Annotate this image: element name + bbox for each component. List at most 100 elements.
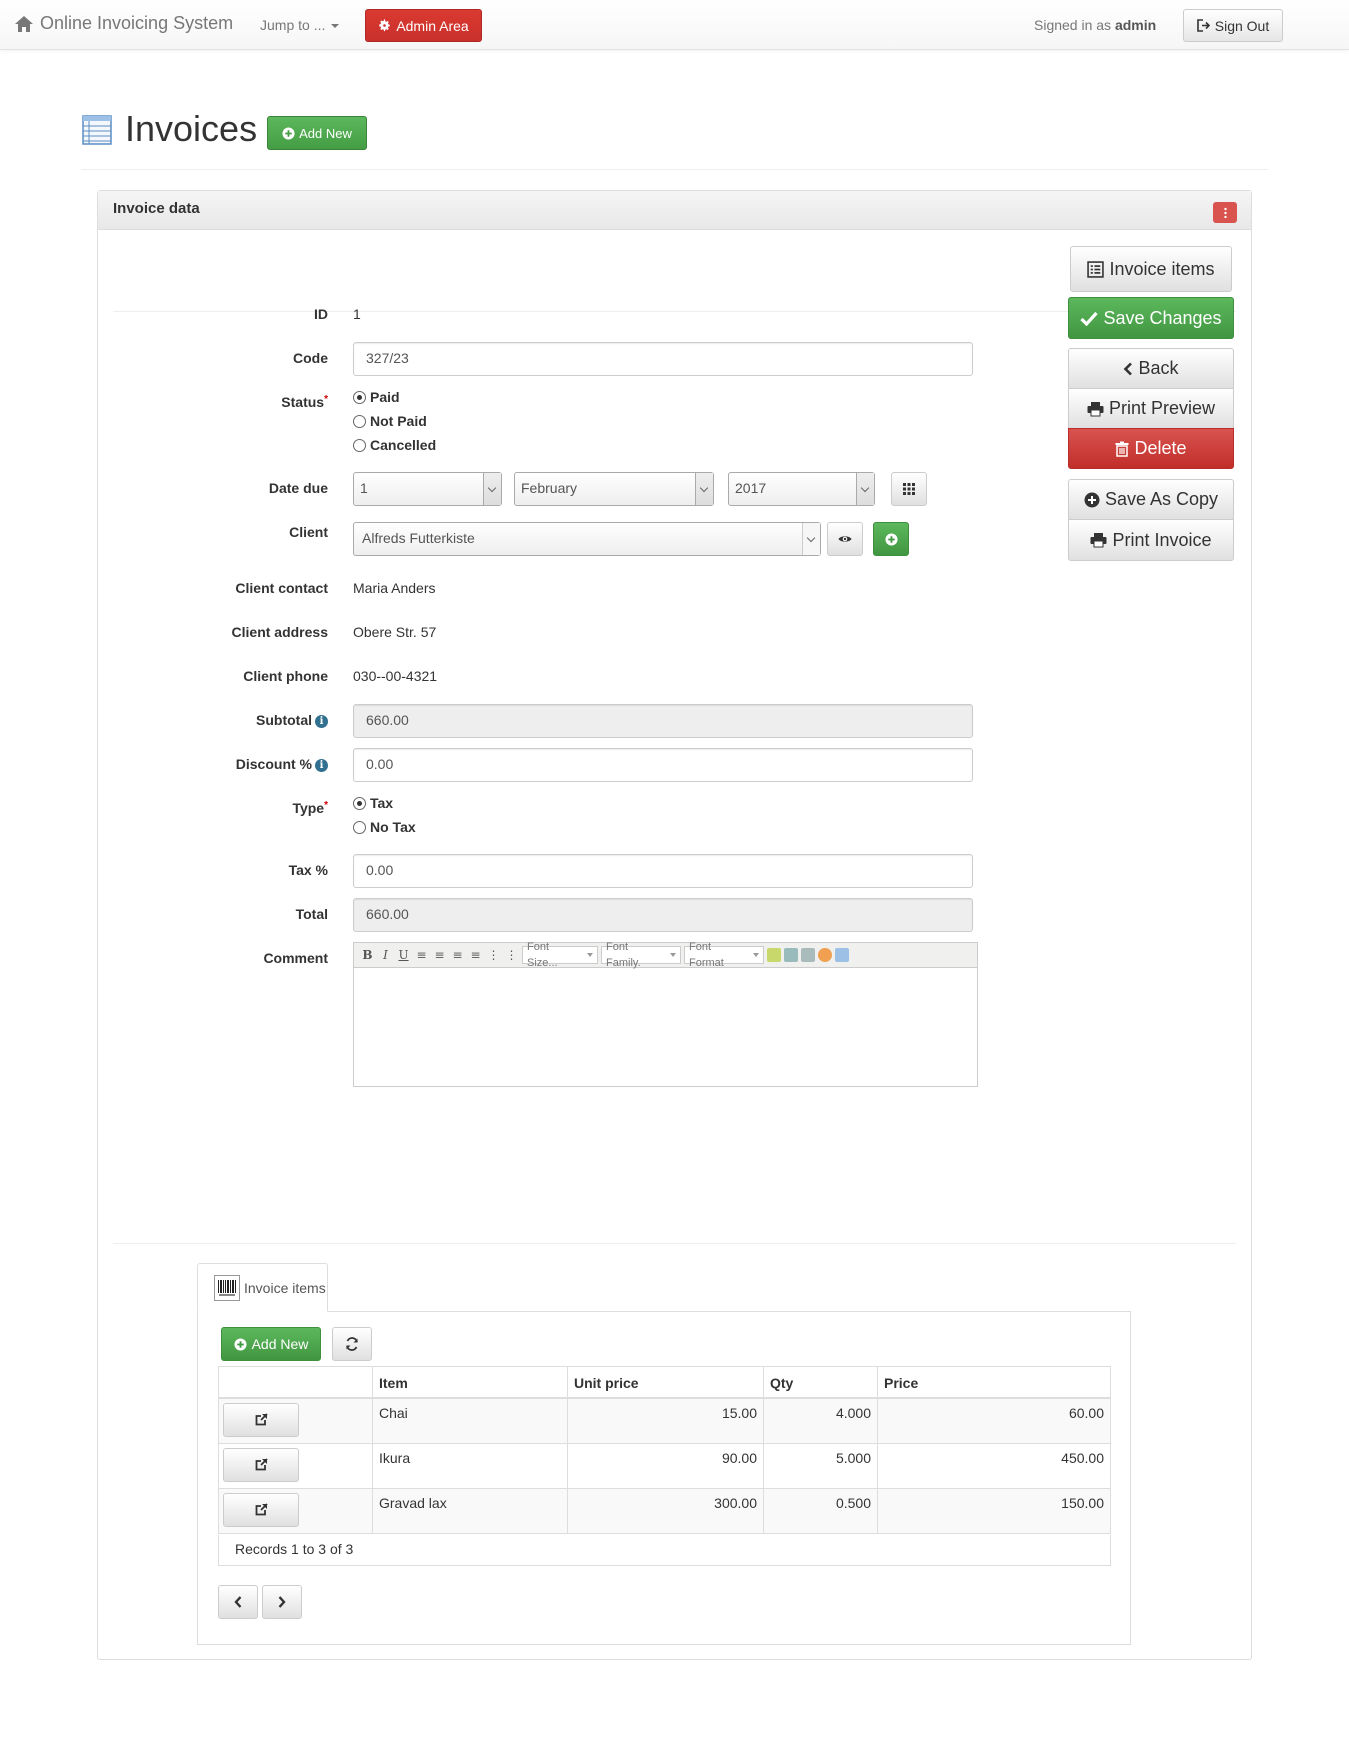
admin-area-button[interactable]: Admin Area xyxy=(365,9,482,42)
type-radio-tax[interactable]: Tax xyxy=(353,795,393,811)
comment-textarea[interactable] xyxy=(354,968,977,1086)
column-header-price[interactable]: Price xyxy=(877,1366,1111,1399)
refresh-button[interactable] xyxy=(332,1327,372,1361)
previous-page-button[interactable] xyxy=(218,1585,258,1619)
caret-down-icon xyxy=(753,953,759,957)
highlight-icon[interactable] xyxy=(767,948,781,962)
month-value: February xyxy=(521,480,578,496)
printer-icon xyxy=(1087,401,1104,416)
id-label-text: ID xyxy=(314,306,328,322)
next-page-button[interactable] xyxy=(262,1585,302,1619)
underline-icon[interactable]: U xyxy=(396,948,411,962)
external-link-icon xyxy=(255,1413,268,1426)
tab-invoice-items-label: Invoice items xyxy=(244,1279,326,1296)
align-right-icon[interactable]: ≡ xyxy=(450,948,465,962)
plus-circle-icon xyxy=(282,126,295,140)
discount-input[interactable]: 0.00 xyxy=(353,748,973,782)
font-size-label: Font Size... xyxy=(527,941,558,969)
panel-options-button[interactable] xyxy=(1213,202,1237,223)
date-due-year-select[interactable]: 2017 xyxy=(728,472,875,506)
link-icon[interactable] xyxy=(784,948,798,962)
bullet-list-icon[interactable]: ⋮ xyxy=(504,948,519,962)
delete-button[interactable]: Delete xyxy=(1068,428,1234,469)
align-left-icon[interactable]: ≡ xyxy=(414,948,429,962)
justify-icon[interactable]: ≡ xyxy=(468,948,483,962)
numbered-list-icon[interactable]: ⋮ xyxy=(486,948,501,962)
column-header-unit-price[interactable]: Unit price xyxy=(567,1366,764,1399)
open-record-button[interactable] xyxy=(223,1447,299,1482)
brand-link[interactable]: Online Invoicing System xyxy=(14,13,233,34)
panel-heading: Invoice data xyxy=(98,191,1251,230)
eye-icon xyxy=(838,536,852,542)
jump-to-menu[interactable]: Jump to ... xyxy=(260,17,340,33)
calendar-button[interactable] xyxy=(891,472,927,506)
add-new-invoice-button[interactable]: Add New xyxy=(267,116,367,150)
radio-selected-icon xyxy=(353,796,366,810)
item-cell: Ikura xyxy=(372,1442,568,1489)
date-due-label-text: Date due xyxy=(268,480,328,496)
gear-icon xyxy=(379,19,391,32)
date-due-month-select[interactable]: February xyxy=(514,472,714,506)
column-header-item[interactable]: Item xyxy=(372,1366,568,1399)
client-contact-label: Client contact xyxy=(98,580,328,596)
add-new-label: Add New xyxy=(299,125,352,141)
divider xyxy=(113,1243,1236,1244)
bold-icon[interactable]: B xyxy=(360,948,375,962)
client-phone-label-text: Client phone xyxy=(243,668,328,684)
sign-out-label: Sign Out xyxy=(1214,17,1270,34)
source-edit-icon[interactable] xyxy=(835,948,849,962)
jump-to-label: Jump to ... xyxy=(260,17,326,33)
client-label-text: Client xyxy=(289,524,328,540)
total-label-text: Total xyxy=(295,906,328,922)
client-phone-label: Client phone xyxy=(98,668,328,684)
code-input[interactable]: 327/23 xyxy=(353,342,973,376)
print-preview-button[interactable]: Print Preview xyxy=(1068,388,1234,429)
status-radio-paid[interactable]: Paid xyxy=(353,389,400,405)
color-palette-icon[interactable] xyxy=(818,948,832,962)
client-phone-value: 030--00-4321 xyxy=(353,668,438,684)
tax-input[interactable]: 0.00 xyxy=(353,854,973,888)
tab-invoice-items[interactable]: Invoice items xyxy=(197,1263,328,1312)
font-format-select[interactable]: Font Format xyxy=(684,941,764,969)
font-family-select[interactable]: Font Family. xyxy=(601,941,681,969)
row-actions-cell xyxy=(218,1397,373,1444)
price-cell: 150.00 xyxy=(877,1487,1111,1534)
save-changes-label: Save Changes xyxy=(1103,307,1222,328)
info-icon[interactable]: i xyxy=(315,714,328,728)
save-as-copy-button[interactable]: Save As Copy xyxy=(1068,479,1234,520)
signed-in-user: admin xyxy=(1114,17,1157,33)
comment-label: Comment xyxy=(98,950,328,966)
status-radio-not-paid[interactable]: Not Paid xyxy=(353,413,427,429)
date-due-day-select[interactable]: 1 xyxy=(353,472,502,506)
save-changes-button[interactable]: Save Changes xyxy=(1068,297,1234,339)
sign-out-button[interactable]: Sign Out xyxy=(1183,9,1283,42)
subtotal-label: Subtotal i xyxy=(98,712,328,728)
unlink-icon[interactable] xyxy=(801,948,815,962)
back-button[interactable]: Back xyxy=(1068,348,1234,389)
info-icon[interactable]: i xyxy=(315,758,328,772)
view-client-button[interactable] xyxy=(827,522,863,556)
print-invoice-label: Print Invoice xyxy=(1112,529,1212,550)
id-value: 1 xyxy=(353,306,361,322)
open-record-button[interactable] xyxy=(223,1402,299,1437)
required-marker: * xyxy=(324,394,328,405)
open-record-button[interactable] xyxy=(223,1492,299,1527)
table-row: Ikura 90.00 5.000 450.00 xyxy=(218,1442,1111,1489)
align-center-icon[interactable]: ≡ xyxy=(432,948,447,962)
year-value: 2017 xyxy=(735,480,767,496)
add-client-button[interactable] xyxy=(873,522,909,556)
invoice-items-link-button[interactable]: Invoice items xyxy=(1070,246,1232,292)
status-paid-label: Paid xyxy=(370,389,400,405)
italic-icon[interactable]: I xyxy=(378,948,393,962)
print-invoice-button[interactable]: Print Invoice xyxy=(1068,519,1234,561)
external-link-icon xyxy=(255,1458,268,1471)
radio-selected-icon xyxy=(353,390,366,404)
total-input: 660.00 xyxy=(353,898,973,932)
type-radio-no-tax[interactable]: No Tax xyxy=(353,819,416,835)
status-radio-cancelled[interactable]: Cancelled xyxy=(353,437,436,453)
add-invoice-item-button[interactable]: Add New xyxy=(221,1327,321,1361)
discount-label: Discount % i xyxy=(98,756,328,772)
column-header-qty[interactable]: Qty xyxy=(763,1366,878,1399)
font-size-select[interactable]: Font Size... xyxy=(522,941,598,969)
client-select[interactable]: Alfreds Futterkiste xyxy=(353,522,821,556)
